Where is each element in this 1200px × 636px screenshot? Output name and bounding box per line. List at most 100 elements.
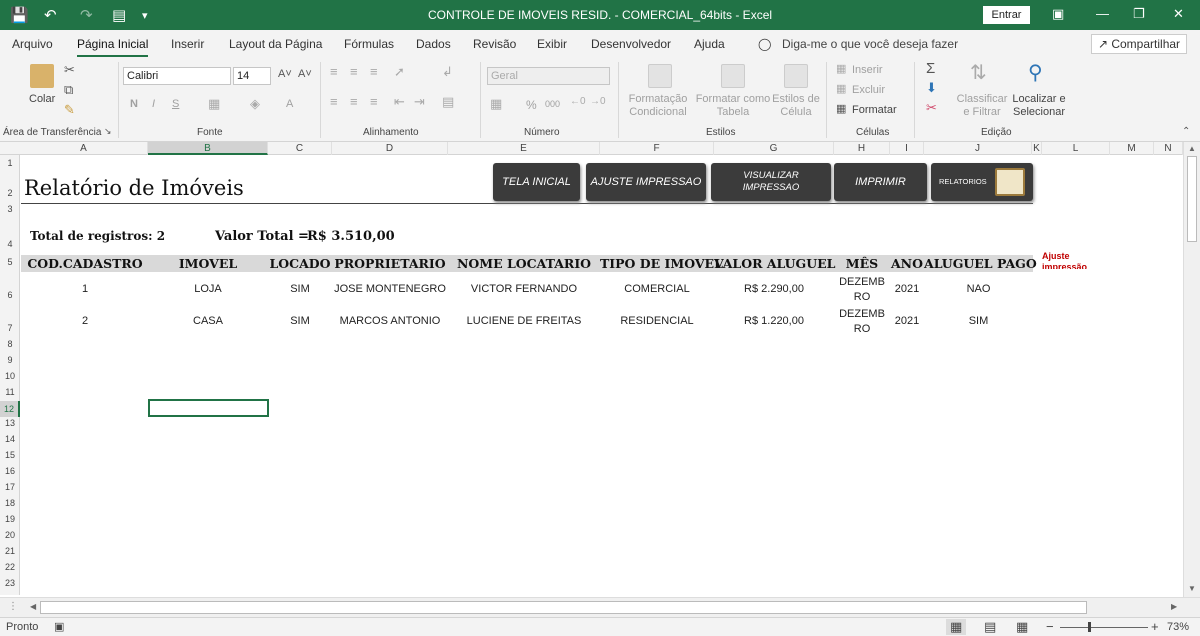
- sheet-options-icon[interactable]: ⋮: [8, 601, 18, 612]
- restore-icon[interactable]: ❐: [1133, 6, 1145, 22]
- format-painter-icon[interactable]: ✎: [64, 102, 75, 118]
- row-header[interactable]: 8: [0, 339, 20, 353]
- zoom-slider[interactable]: [1060, 627, 1148, 628]
- horizontal-scrollbar[interactable]: ⋮ ◀ ▶: [0, 597, 1200, 617]
- row-header[interactable]: 22: [0, 562, 20, 576]
- tab-revisao[interactable]: Revisão: [473, 37, 516, 51]
- tab-inserir[interactable]: Inserir: [171, 37, 204, 51]
- share-button[interactable]: ↗ Compartilhar: [1091, 34, 1187, 54]
- align-left-icon[interactable]: ≡: [330, 94, 338, 109]
- find-select-button[interactable]: Localizar e Selecionar: [1008, 93, 1070, 119]
- conditional-format-icon[interactable]: [648, 64, 672, 88]
- sort-filter-button[interactable]: Classificar e Filtrar: [954, 93, 1010, 119]
- vertical-scrollbar[interactable]: ▲ ▼: [1183, 142, 1200, 597]
- worksheet[interactable]: Relatório de Imóveis TELA INICIAL AJUSTE…: [21, 155, 1183, 595]
- column-header[interactable]: D: [332, 142, 448, 155]
- signin-button[interactable]: Entrar: [983, 6, 1030, 24]
- row-header[interactable]: 12: [0, 401, 20, 417]
- decrease-decimal-icon[interactable]: →0: [590, 96, 606, 107]
- column-header[interactable]: E: [448, 142, 600, 155]
- column-header[interactable]: G: [714, 142, 834, 155]
- wrap-text-icon[interactable]: ↲: [442, 64, 453, 80]
- column-header[interactable]: B: [148, 142, 268, 155]
- tab-ajuda[interactable]: Ajuda: [694, 37, 725, 51]
- currency-icon[interactable]: ▦: [490, 96, 502, 112]
- row-header[interactable]: 18: [0, 498, 20, 512]
- row-header[interactable]: 23: [0, 578, 20, 592]
- tab-pagina-inicial[interactable]: Página Inicial: [77, 37, 149, 57]
- scroll-up-icon[interactable]: ▲: [1188, 144, 1196, 153]
- shrink-font-icon[interactable]: A˅: [298, 68, 312, 80]
- row-header[interactable]: 19: [0, 514, 20, 528]
- page-layout-icon[interactable]: ▤: [984, 619, 996, 635]
- format-cells-button[interactable]: Formatar: [852, 104, 897, 116]
- collapse-ribbon-icon[interactable]: ⌃: [1182, 126, 1190, 137]
- align-top-icon[interactable]: ≡: [330, 64, 338, 79]
- merge-center-icon[interactable]: ▤: [442, 94, 454, 110]
- relatorios-button[interactable]: RELATORIOS: [931, 163, 1033, 201]
- number-format-combo[interactable]: Geral: [487, 67, 610, 85]
- grow-font-icon[interactable]: A˅: [278, 68, 292, 80]
- minimize-icon[interactable]: —: [1096, 6, 1109, 21]
- dialog-launcher-icon[interactable]: ↘: [104, 126, 112, 137]
- tab-formulas[interactable]: Fórmulas: [344, 37, 394, 51]
- ajuste-impressao-button[interactable]: AJUSTE IMPRESSAO: [586, 163, 706, 201]
- copy-icon[interactable]: ⧉: [64, 82, 73, 98]
- row-header[interactable]: 21: [0, 546, 20, 560]
- format-table-button[interactable]: Formatar como Tabela: [694, 93, 772, 119]
- font-color-button[interactable]: A: [286, 98, 293, 110]
- font-size-combo[interactable]: 14: [233, 67, 271, 85]
- cell-styles-icon[interactable]: [784, 64, 808, 88]
- tab-desenvolvedor[interactable]: Desenvolvedor: [591, 37, 671, 51]
- paste-button[interactable]: Colar: [29, 93, 55, 105]
- insert-cells-button[interactable]: Inserir: [852, 64, 883, 76]
- row-header[interactable]: 3: [0, 204, 20, 218]
- increase-indent-icon[interactable]: ⇥: [414, 94, 425, 110]
- normal-view-icon[interactable]: ▦: [946, 619, 967, 635]
- scroll-down-icon[interactable]: ▼: [1188, 584, 1196, 593]
- row-header[interactable]: 14: [0, 434, 20, 448]
- font-name-combo[interactable]: Calibri: [123, 67, 231, 85]
- conditional-format-button[interactable]: Formatação Condicional: [626, 93, 690, 119]
- macro-record-icon[interactable]: ▣: [54, 620, 64, 633]
- column-header[interactable]: A: [20, 142, 148, 155]
- paste-icon[interactable]: [30, 64, 54, 88]
- column-header[interactable]: M: [1110, 142, 1154, 155]
- cut-icon[interactable]: ✂: [64, 62, 75, 78]
- find-icon[interactable]: ⚲: [1028, 60, 1043, 85]
- zoom-in-icon[interactable]: +: [1151, 619, 1159, 634]
- row-header[interactable]: 13: [0, 418, 20, 432]
- row-header[interactable]: 4: [0, 239, 20, 253]
- orientation-icon[interactable]: ➚: [394, 64, 405, 80]
- border-icon[interactable]: ▦: [208, 96, 220, 112]
- align-bottom-icon[interactable]: ≡: [370, 64, 378, 79]
- column-header[interactable]: K: [1032, 142, 1042, 155]
- scroll-right-icon[interactable]: ▶: [1171, 602, 1177, 611]
- column-header[interactable]: I: [890, 142, 924, 155]
- tab-dados[interactable]: Dados: [416, 37, 451, 51]
- column-header[interactable]: C: [268, 142, 332, 155]
- tab-exibir[interactable]: Exibir: [537, 37, 567, 51]
- scroll-left-icon[interactable]: ◀: [30, 602, 36, 611]
- column-header[interactable]: L: [1042, 142, 1110, 155]
- vertical-scroll-thumb[interactable]: [1187, 156, 1197, 242]
- bold-button[interactable]: N: [130, 98, 138, 110]
- row-header[interactable]: 20: [0, 530, 20, 544]
- close-icon[interactable]: ✕: [1173, 6, 1184, 22]
- zoom-level[interactable]: 73%: [1167, 621, 1189, 633]
- sort-filter-icon[interactable]: ⇅: [970, 60, 987, 85]
- align-center-icon[interactable]: ≡: [350, 94, 358, 109]
- visualizar-impressao-button[interactable]: VISUALIZAR IMPRESSAO: [711, 163, 831, 201]
- row-header[interactable]: 15: [0, 450, 20, 464]
- decrease-indent-icon[interactable]: ⇤: [394, 94, 405, 110]
- autosum-icon[interactable]: Σ: [926, 60, 935, 77]
- italic-button[interactable]: I: [152, 98, 155, 110]
- row-header[interactable]: 7: [0, 323, 20, 337]
- delete-cells-button[interactable]: Excluir: [852, 84, 885, 96]
- zoom-out-icon[interactable]: −: [1046, 619, 1054, 634]
- insert-cells-icon[interactable]: ▦: [836, 62, 846, 75]
- page-break-icon[interactable]: ▦: [1016, 619, 1028, 635]
- column-header[interactable]: N: [1154, 142, 1183, 155]
- increase-decimal-icon[interactable]: ←0: [570, 96, 586, 107]
- column-header[interactable]: F: [600, 142, 714, 155]
